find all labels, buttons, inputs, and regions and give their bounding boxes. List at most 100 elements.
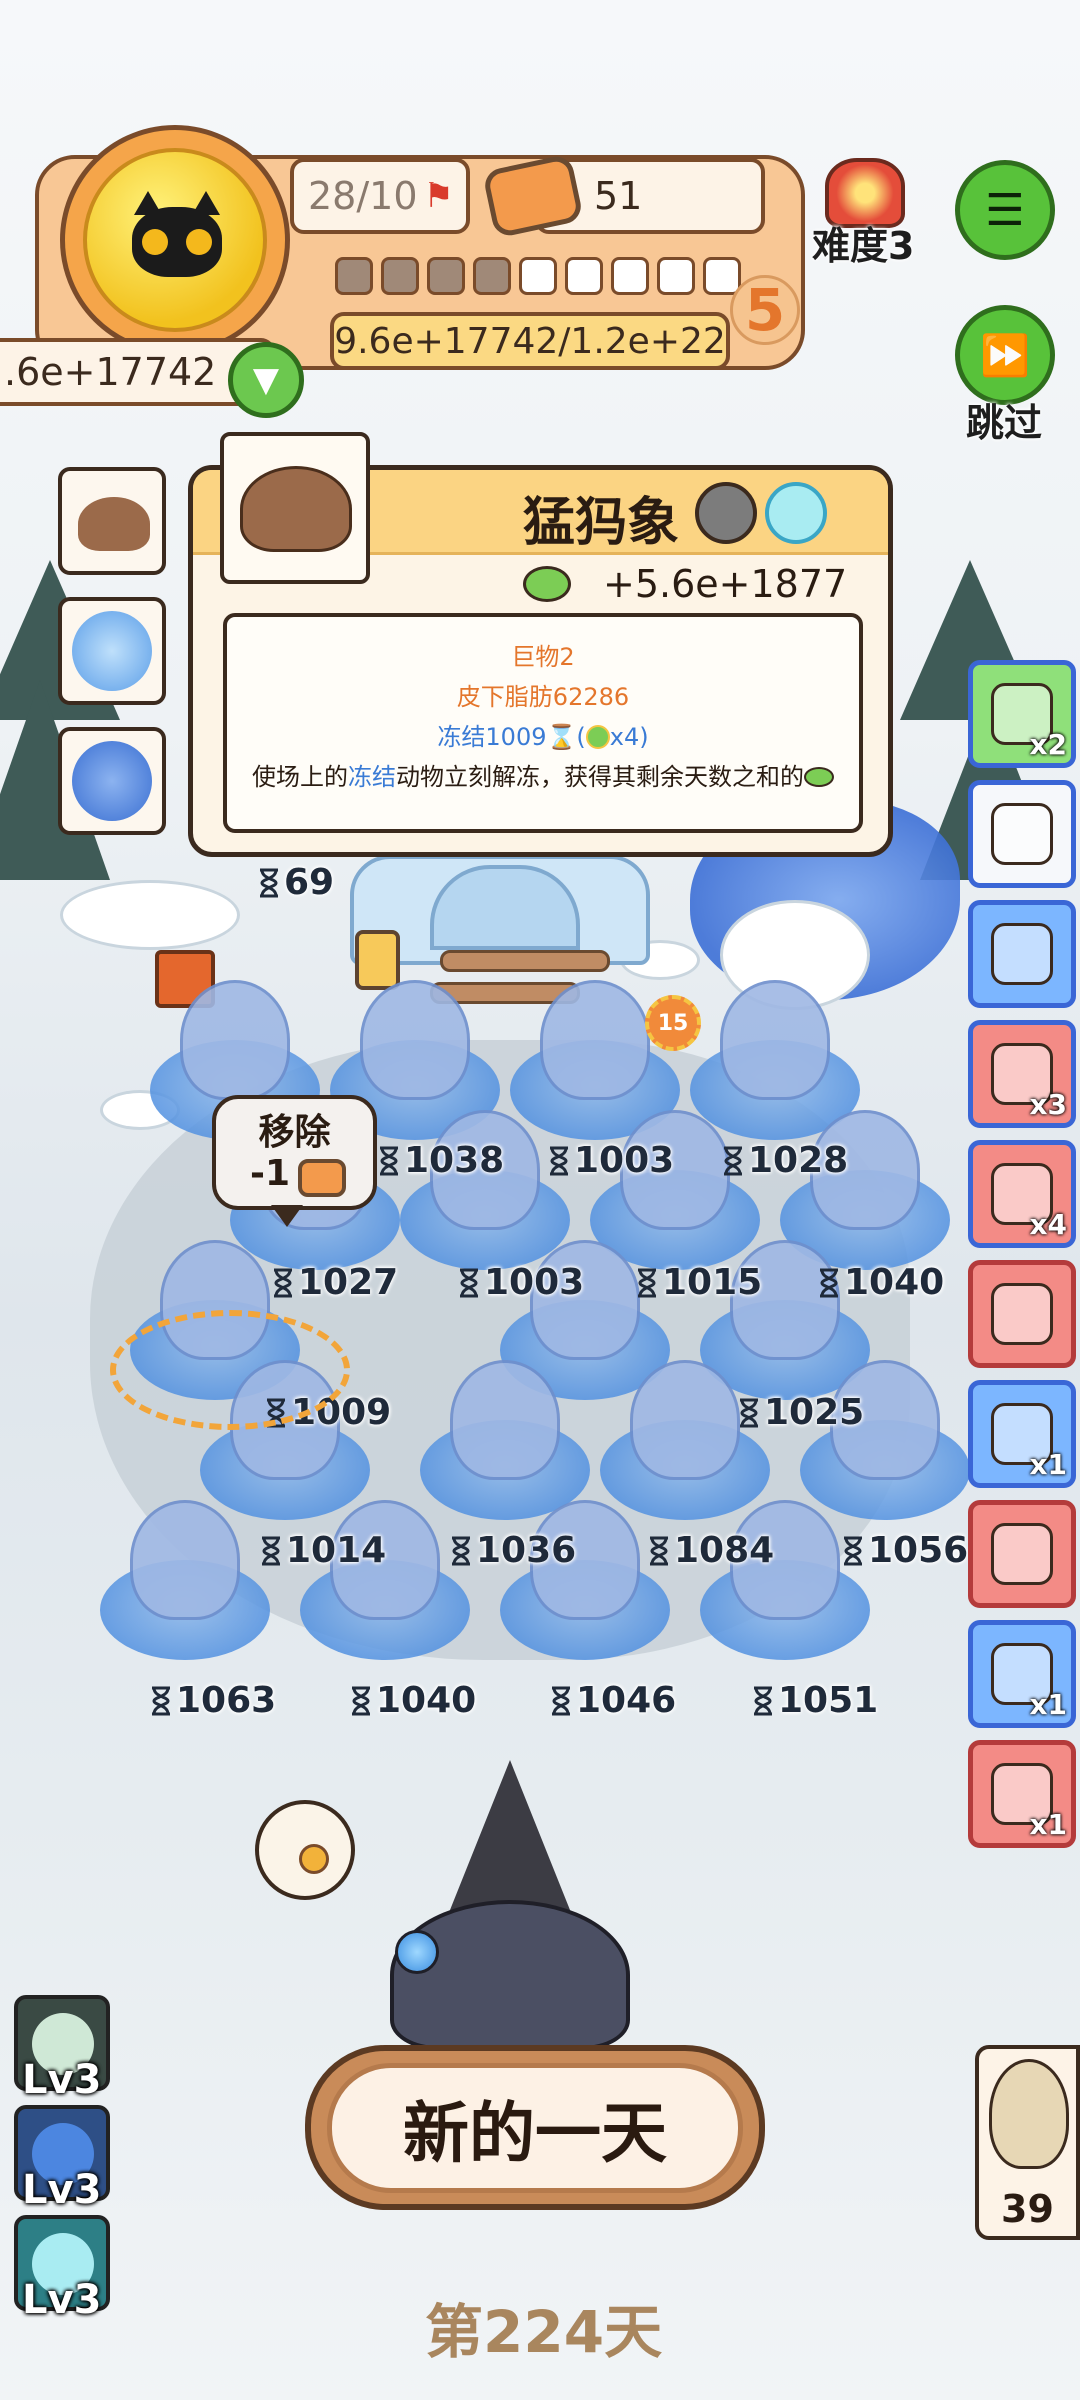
item-slot[interactable]: x1 [968,1740,1076,1848]
hourglass-icon [754,1686,772,1716]
tin-can-icon [298,1159,346,1197]
item-slot[interactable] [968,1260,1076,1368]
item-slot[interactable] [968,900,1076,1008]
hourglass-icon [380,1146,398,1176]
item-slot[interactable]: x3 [968,1020,1076,1128]
timer-value: 1015 [662,1262,763,1303]
frozen-animal [360,980,470,1100]
freeze-value: 冻结1009 [437,723,547,751]
timer-counter: 1027 [272,1262,398,1303]
player-avatar[interactable] [60,125,290,355]
timer-value: 1003 [574,1140,675,1181]
owl-icon [989,2059,1069,2169]
hourglass-icon [740,1398,758,1428]
hourglass-icon [260,868,278,898]
mammoth-icon [240,466,352,552]
owl-count: 39 [1001,2187,1054,2231]
chevron-down-icon: ▼ [252,360,280,400]
item-slot[interactable] [968,780,1076,888]
item-count: x3 [1029,1088,1067,1121]
timer-counter: 1003 [458,1262,584,1303]
frozen-animal [540,980,650,1100]
list-icon: ☰ [985,184,1025,236]
item-count: x2 [1029,728,1067,761]
frozen-animal [630,1360,740,1480]
score-bar: 9.6e+17742/1.2e+22 [330,312,730,370]
hourglass-icon [724,1146,742,1176]
cracked-ice-slot[interactable] [58,597,166,705]
hourglass-icon [820,1268,838,1298]
skip-label: 跳过 [966,401,1043,445]
timer-counter: 1040 [818,1262,944,1303]
progress-segment [473,257,511,295]
trait-fat: 皮下脂肪62286 [456,683,630,711]
timer-value: 1036 [476,1530,577,1571]
item-slot[interactable]: x2 [968,660,1076,768]
purple-card-icon [991,803,1053,865]
upgrade-badge-3[interactable]: Lv3 [14,2215,110,2323]
menu-button[interactable]: ☰ [955,160,1055,260]
score-bar-text: 9.6e+17742/1.2e+22 [334,320,726,362]
timer-value: 1038 [404,1140,505,1181]
progress-segment [657,257,695,295]
desc-part-b: 动物立刻解冻，获得其剩余天数之和的 [396,763,804,791]
owl-counter[interactable]: 39 [975,2045,1080,2240]
item-slot[interactable] [968,1500,1076,1608]
timer-value: 1027 [298,1262,399,1303]
frozen-animal [450,1360,560,1480]
ice-status-icon [765,482,827,544]
discount-ticket-icon [991,923,1053,985]
skip-button[interactable]: ⏩ [955,305,1055,405]
wizard-rabbit[interactable] [390,1900,630,2050]
timer-value: 1003 [484,1262,585,1303]
food-icon [523,566,571,602]
timer-counter: 1040 [350,1680,476,1721]
freeze-multiplier: x4) [609,723,649,751]
remove-cost: -1 [250,1153,290,1194]
timer-value: 1063 [176,1680,277,1721]
stage-progress-text: 28/10 [308,174,418,218]
level-label: Lv3 [22,2277,102,2323]
new-day-button[interactable]: 新的一天 [305,2045,765,2210]
hourglass-icon [152,1686,170,1716]
timer-counter: 1015 [636,1262,762,1303]
item-count: x1 [1029,1448,1067,1481]
black-cat-icon [132,191,222,277]
hourglass-icon [274,1268,292,1298]
food-icon [804,767,834,787]
item-slot[interactable]: x1 [968,1380,1076,1488]
certificate-icon[interactable] [255,1800,355,1900]
new-day-label: 新的一天 [327,2063,743,2193]
upgrade-badge-1[interactable]: Lv3 [14,1995,110,2103]
level-number: 5 [730,275,800,345]
expand-button[interactable]: ▼ [228,342,304,418]
timer-value: 1028 [748,1140,849,1181]
stage-progress: 28/10 ⚑ [290,158,470,234]
remove-bubble[interactable]: 移除 -1 [212,1095,377,1227]
item-slot[interactable]: x1 [968,1620,1076,1728]
upgrade-badge-2[interactable]: Lv3 [14,2105,110,2213]
item-slot[interactable]: x4 [968,1140,1076,1248]
hourglass-icon [262,1536,280,1566]
card-title: 猛犸象 [523,493,680,553]
badge-icon [585,725,610,749]
igloo-door [430,865,580,950]
water-orb-slot[interactable] [58,727,166,835]
desc-part-a: 使场上的 [252,763,348,791]
flower-badge: 15 [645,995,701,1051]
progress-segment [611,257,649,295]
hourglass-icon: ⌛ [546,723,577,751]
timer-counter: 1003 [548,1140,674,1181]
level-progress-bar [335,257,741,295]
remove-label: 移除 [258,1112,331,1153]
progress-segment [335,257,373,295]
timer-value: 1040 [376,1680,477,1721]
freeze-paren: ( [576,723,586,751]
mammoth-slot[interactable] [58,467,166,575]
ability-description: 使场上的冻结动物立刻解冻，获得其剩余天数之和的 [227,757,859,792]
progress-segment [381,257,419,295]
wooden-plank [440,950,610,972]
cloud-icon [991,1283,1053,1345]
mittens-icon [991,1523,1053,1585]
hourglass-icon [552,1686,570,1716]
